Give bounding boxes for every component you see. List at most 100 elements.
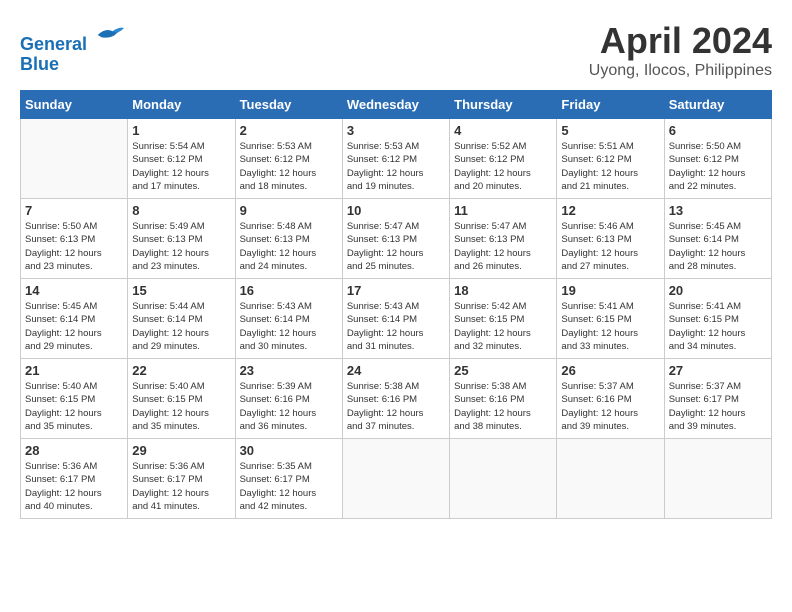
day-info: Sunrise: 5:43 AM Sunset: 6:14 PM Dayligh… [240,300,338,353]
calendar-cell: 24 Sunrise: 5:38 AM Sunset: 6:16 PM Dayli… [342,359,449,439]
day-info: Sunrise: 5:52 AM Sunset: 6:12 PM Dayligh… [454,140,552,193]
day-number: 8 [132,203,230,218]
calendar-week-row: 28 Sunrise: 5:36 AM Sunset: 6:17 PM Dayli… [21,439,772,519]
calendar-week-row: 21 Sunrise: 5:40 AM Sunset: 6:15 PM Dayli… [21,359,772,439]
day-number: 1 [132,123,230,138]
calendar-cell [450,439,557,519]
day-number: 24 [347,363,445,378]
calendar-cell: 22 Sunrise: 5:40 AM Sunset: 6:15 PM Dayli… [128,359,235,439]
day-info: Sunrise: 5:41 AM Sunset: 6:15 PM Dayligh… [669,300,767,353]
calendar-cell: 27Sunrise: 5:37 AM Sunset: 6:17 PM Dayli… [664,359,771,439]
day-info: Sunrise: 5:40 AM Sunset: 6:15 PM Dayligh… [25,380,123,433]
calendar-cell [557,439,664,519]
day-info: Sunrise: 5:36 AM Sunset: 6:17 PM Dayligh… [25,460,123,513]
calendar-cell: 15 Sunrise: 5:44 AM Sunset: 6:14 PM Dayli… [128,279,235,359]
calendar-cell: 21 Sunrise: 5:40 AM Sunset: 6:15 PM Dayli… [21,359,128,439]
day-number: 2 [240,123,338,138]
day-info: Sunrise: 5:45 AM Sunset: 6:14 PM Dayligh… [25,300,123,353]
day-number: 15 [132,283,230,298]
calendar-cell: 11 Sunrise: 5:47 AM Sunset: 6:13 PM Dayli… [450,199,557,279]
logo-bird-icon [94,20,124,50]
calendar-cell: 19 Sunrise: 5:41 AM Sunset: 6:15 PM Dayli… [557,279,664,359]
calendar-cell: 10 Sunrise: 5:47 AM Sunset: 6:13 PM Dayli… [342,199,449,279]
location-title: Uyong, Ilocos, Philippines [589,62,772,80]
calendar-cell: 9 Sunrise: 5:48 AM Sunset: 6:13 PM Daylig… [235,199,342,279]
day-info: Sunrise: 5:38 AM Sunset: 6:16 PM Dayligh… [347,380,445,433]
day-number: 23 [240,363,338,378]
day-number: 12 [561,203,659,218]
day-number: 26 [561,363,659,378]
calendar-cell [664,439,771,519]
calendar-header-wednesday: Wednesday [342,91,449,119]
day-info: Sunrise: 5:37 AM Sunset: 6:17 PM Dayligh… [669,380,767,433]
day-info: Sunrise: 5:38 AM Sunset: 6:16 PM Dayligh… [454,380,552,433]
day-number: 11 [454,203,552,218]
logo-text-blue: Blue [20,54,59,74]
calendar-cell [21,119,128,199]
calendar-week-row: 14Sunrise: 5:45 AM Sunset: 6:14 PM Dayli… [21,279,772,359]
day-info: Sunrise: 5:49 AM Sunset: 6:13 PM Dayligh… [132,220,230,273]
calendar-header-tuesday: Tuesday [235,91,342,119]
calendar-cell: 26 Sunrise: 5:37 AM Sunset: 6:16 PM Dayli… [557,359,664,439]
calendar-table: SundayMondayTuesdayWednesdayThursdayFrid… [20,90,772,519]
day-number: 19 [561,283,659,298]
day-number: 18 [454,283,552,298]
day-info: Sunrise: 5:47 AM Sunset: 6:13 PM Dayligh… [454,220,552,273]
calendar-cell: 7Sunrise: 5:50 AM Sunset: 6:13 PM Daylig… [21,199,128,279]
day-number: 13 [669,203,767,218]
day-info: Sunrise: 5:51 AM Sunset: 6:12 PM Dayligh… [561,140,659,193]
calendar-header-monday: Monday [128,91,235,119]
logo: General Blue [20,20,124,75]
calendar-cell: 8 Sunrise: 5:49 AM Sunset: 6:13 PM Daylig… [128,199,235,279]
logo-text-general: General [20,34,87,54]
day-info: Sunrise: 5:53 AM Sunset: 6:12 PM Dayligh… [347,140,445,193]
day-info: Sunrise: 5:44 AM Sunset: 6:14 PM Dayligh… [132,300,230,353]
day-info: Sunrise: 5:35 AM Sunset: 6:17 PM Dayligh… [240,460,338,513]
calendar-cell: 17Sunrise: 5:43 AM Sunset: 6:14 PM Dayli… [342,279,449,359]
day-number: 28 [25,443,123,458]
calendar-cell: 25Sunrise: 5:38 AM Sunset: 6:16 PM Dayli… [450,359,557,439]
day-info: Sunrise: 5:54 AM Sunset: 6:12 PM Dayligh… [132,140,230,193]
day-info: Sunrise: 5:37 AM Sunset: 6:16 PM Dayligh… [561,380,659,433]
day-number: 16 [240,283,338,298]
calendar-header-friday: Friday [557,91,664,119]
calendar-cell: 4 Sunrise: 5:52 AM Sunset: 6:12 PM Daylig… [450,119,557,199]
calendar-cell: 30Sunrise: 5:35 AM Sunset: 6:17 PM Dayli… [235,439,342,519]
calendar-cell: 23Sunrise: 5:39 AM Sunset: 6:16 PM Dayli… [235,359,342,439]
calendar-cell: 6Sunrise: 5:50 AM Sunset: 6:12 PM Daylig… [664,119,771,199]
calendar-cell: 12 Sunrise: 5:46 AM Sunset: 6:13 PM Dayli… [557,199,664,279]
day-number: 6 [669,123,767,138]
title-area: April 2024 Uyong, Ilocos, Philippines [589,20,772,80]
calendar-header-row: SundayMondayTuesdayWednesdayThursdayFrid… [21,91,772,119]
calendar-cell: 1 Sunrise: 5:54 AM Sunset: 6:12 PM Daylig… [128,119,235,199]
calendar-cell: 3Sunrise: 5:53 AM Sunset: 6:12 PM Daylig… [342,119,449,199]
day-info: Sunrise: 5:45 AM Sunset: 6:14 PM Dayligh… [669,220,767,273]
day-info: Sunrise: 5:40 AM Sunset: 6:15 PM Dayligh… [132,380,230,433]
calendar-cell: 29 Sunrise: 5:36 AM Sunset: 6:17 PM Dayli… [128,439,235,519]
calendar-week-row: 1 Sunrise: 5:54 AM Sunset: 6:12 PM Daylig… [21,119,772,199]
day-number: 21 [25,363,123,378]
day-info: Sunrise: 5:47 AM Sunset: 6:13 PM Dayligh… [347,220,445,273]
calendar-cell: 13 Sunrise: 5:45 AM Sunset: 6:14 PM Dayli… [664,199,771,279]
calendar-cell: 2Sunrise: 5:53 AM Sunset: 6:12 PM Daylig… [235,119,342,199]
day-info: Sunrise: 5:36 AM Sunset: 6:17 PM Dayligh… [132,460,230,513]
day-number: 10 [347,203,445,218]
month-title: April 2024 [589,20,772,62]
day-number: 29 [132,443,230,458]
calendar-cell [342,439,449,519]
calendar-header-thursday: Thursday [450,91,557,119]
day-info: Sunrise: 5:48 AM Sunset: 6:13 PM Dayligh… [240,220,338,273]
calendar-cell: 18Sunrise: 5:42 AM Sunset: 6:15 PM Dayli… [450,279,557,359]
day-number: 17 [347,283,445,298]
day-info: Sunrise: 5:46 AM Sunset: 6:13 PM Dayligh… [561,220,659,273]
day-number: 22 [132,363,230,378]
calendar-cell: 5Sunrise: 5:51 AM Sunset: 6:12 PM Daylig… [557,119,664,199]
day-number: 9 [240,203,338,218]
calendar-cell: 20Sunrise: 5:41 AM Sunset: 6:15 PM Dayli… [664,279,771,359]
day-info: Sunrise: 5:41 AM Sunset: 6:15 PM Dayligh… [561,300,659,353]
calendar-cell: 14Sunrise: 5:45 AM Sunset: 6:14 PM Dayli… [21,279,128,359]
header: General Blue April 2024 Uyong, Ilocos, P… [20,20,772,80]
calendar-header-sunday: Sunday [21,91,128,119]
day-number: 4 [454,123,552,138]
calendar-cell: 16 Sunrise: 5:43 AM Sunset: 6:14 PM Dayli… [235,279,342,359]
